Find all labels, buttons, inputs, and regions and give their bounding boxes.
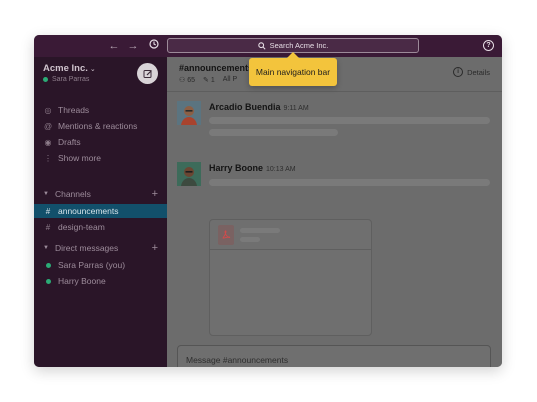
compose-button[interactable] [137, 63, 158, 84]
sidebar-item-drafts[interactable]: ◉ Drafts [43, 135, 167, 149]
pin-count-value: 1 [210, 77, 215, 84]
caret-down-icon: ▼ [43, 191, 49, 197]
caret-down-icon: ▼ [43, 245, 49, 251]
channels-section-header[interactable]: ▼ Channels + [43, 188, 158, 200]
arrow-right-icon[interactable]: → [126, 39, 140, 53]
message-time[interactable]: 9:11 AM [284, 105, 309, 112]
sidebar-item-mentions[interactable]: @ Mentions & reactions [43, 119, 167, 133]
message-time[interactable]: 10:13 AM [266, 166, 296, 173]
add-channel-icon[interactable]: + [152, 188, 158, 200]
dm-label: Sara Parras (you) [58, 260, 126, 270]
search-placeholder: Search Acme Inc. [269, 41, 329, 50]
message-input[interactable]: Message #announcements [186, 355, 288, 365]
avatar[interactable] [177, 162, 201, 186]
file-attachment[interactable] [209, 219, 372, 336]
current-user-name: Sara Parras [52, 76, 90, 83]
clock-icon[interactable] [147, 39, 161, 53]
sender-name: Arcadio Buendia [209, 102, 281, 112]
member-count[interactable]: ⚇ 65 [179, 76, 195, 84]
attachment-header [210, 220, 371, 250]
sidebar-item-label: Threads [58, 105, 90, 115]
channel-label: announcements [58, 206, 119, 216]
arrow-left-icon[interactable]: ← [107, 39, 121, 53]
pin-icon: ✎ [203, 77, 209, 84]
message-sender[interactable]: Harry Boone 10:13 AM [209, 163, 296, 173]
presence-icon [43, 261, 53, 270]
presence-dot [43, 77, 48, 82]
section-label: Channels [54, 189, 91, 199]
message-sender[interactable]: Arcadio Buendia 9:11 AM [209, 102, 309, 112]
sidebar-item-announcements[interactable]: # announcements [34, 204, 167, 218]
sender-name: Harry Boone [209, 163, 264, 173]
channel-title[interactable]: #announcements [179, 63, 253, 73]
hash-icon: # [45, 222, 51, 232]
presence-icon [43, 277, 53, 286]
message-text-placeholder [209, 129, 338, 136]
avatar[interactable] [177, 101, 201, 125]
pdf-icon [218, 225, 234, 245]
sidebar-item-design-team[interactable]: # design-team [43, 220, 167, 234]
workspace-menu[interactable]: Acme Inc. ⌄ [43, 63, 96, 74]
sidebar-item-label: Show more [58, 153, 101, 163]
dm-label: Harry Boone [58, 276, 106, 286]
chevron-down-icon: ⌄ [89, 66, 96, 73]
file-size-placeholder [240, 237, 260, 242]
search-input[interactable]: Search Acme Inc. [167, 38, 419, 53]
channel-label: design-team [58, 222, 105, 232]
threads-icon: ◎ [44, 105, 52, 115]
sidebar-item-dm-sara[interactable]: Sara Parras (you) [43, 258, 167, 272]
channel-meta: ⚇ 65 ✎ 1 All P [179, 76, 237, 84]
message-composer: Message #announcements ϟ B I S̶ ‹› ∞ ≡ ☰… [177, 345, 491, 367]
drafts-icon: ◉ [44, 137, 52, 147]
message-text-placeholder [209, 179, 490, 186]
workspace-name: Acme Inc. [43, 63, 88, 74]
sidebar-item-threads[interactable]: ◎ Threads [43, 103, 167, 117]
onboarding-tooltip: Main navigation bar [249, 52, 337, 86]
sidebar-item-dm-harry[interactable]: Harry Boone [43, 274, 167, 288]
message-text-placeholder [209, 117, 490, 124]
dm-section-header[interactable]: ▼ Direct messages + [43, 242, 158, 254]
current-user-status: Sara Parras [43, 76, 89, 83]
sidebar-item-label: Mentions & reactions [58, 121, 138, 131]
details-label: Details [467, 67, 490, 77]
tooltip-text: Main navigation bar [255, 67, 331, 77]
sidebar-item-show-more[interactable]: ⋮ Show more [43, 151, 167, 165]
info-icon: i [453, 67, 464, 77]
channel-view: #announcements ⚇ 65 ✎ 1 All P i Details … [167, 57, 502, 367]
more-icon: ⋮ [44, 153, 52, 163]
file-name-placeholder [240, 228, 280, 233]
section-label: Direct messages [54, 243, 119, 253]
help-icon[interactable]: ? [483, 40, 494, 51]
sidebar: Acme Inc. ⌄ Sara Parras ◎ Threads @ Menti… [34, 57, 167, 367]
pin-count[interactable]: ✎ 1 [203, 76, 215, 84]
hash-icon: # [45, 206, 51, 216]
channel-topic: All P [222, 76, 238, 83]
search-icon [257, 41, 266, 50]
header-divider [167, 91, 502, 92]
member-count-value: 65 [187, 77, 196, 84]
add-dm-icon[interactable]: + [152, 242, 158, 254]
at-icon: @ [43, 121, 53, 131]
details-button[interactable]: i Details [453, 67, 490, 77]
members-icon: ⚇ [179, 77, 186, 84]
sidebar-item-label: Drafts [58, 137, 81, 147]
compose-icon [143, 69, 152, 78]
main-navigation-bar: ← → Search Acme Inc. ? [34, 35, 502, 57]
